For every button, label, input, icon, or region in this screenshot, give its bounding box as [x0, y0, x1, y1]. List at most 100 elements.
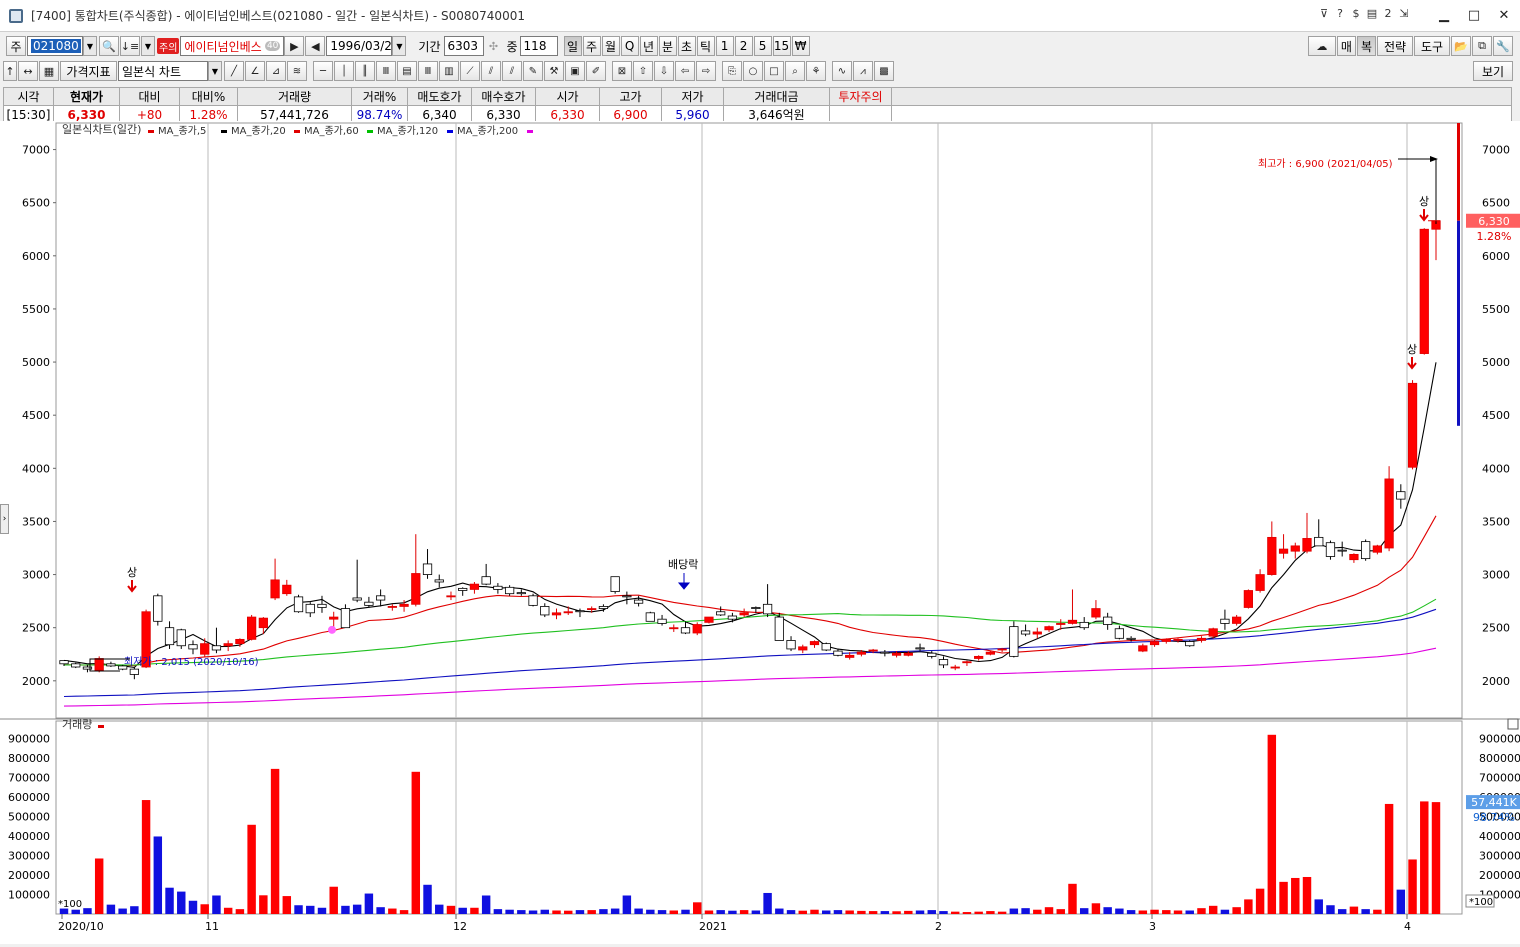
up-arrow-icon[interactable]: ↑	[3, 61, 17, 81]
fib-time-icon[interactable]: Ⅲ	[418, 61, 438, 81]
buy-sell-button[interactable]: 매	[1336, 36, 1356, 56]
date-input[interactable]: 1996/03/28	[326, 36, 400, 56]
expand-panel-icon[interactable]: ›	[0, 504, 9, 534]
filter-icon[interactable]: ⊽	[1318, 7, 1330, 20]
box-icon[interactable]: ⊠	[612, 61, 632, 81]
volume-bar	[1009, 908, 1019, 914]
cloud-icon[interactable]: ☁	[1307, 36, 1336, 56]
vertical-line-icon[interactable]: │	[334, 61, 354, 81]
help-icon[interactable]: ?	[1334, 7, 1346, 20]
price-range-bar-upper	[1457, 123, 1460, 221]
color-icon[interactable]: ▣	[565, 61, 585, 81]
period-button-12[interactable]: ₩	[791, 36, 810, 56]
period-button-10[interactable]: 5	[753, 36, 772, 56]
dollar-icon[interactable]: $	[1350, 7, 1362, 20]
cycle-icon[interactable]: ⩘	[853, 61, 873, 81]
stock-code-input[interactable]: 021080	[27, 36, 83, 56]
indicator-button[interactable]: 가격지표	[60, 61, 117, 81]
pen-icon[interactable]: ✎	[523, 61, 543, 81]
maximize-icon[interactable]: □	[1464, 6, 1484, 24]
restore-button[interactable]: 복	[1356, 36, 1376, 56]
list-icon[interactable]: ▤	[1366, 7, 1378, 20]
period-button-2[interactable]: 월	[601, 36, 620, 56]
circle-icon[interactable]: ○	[743, 61, 763, 81]
close-icon[interactable]: ✕	[1494, 6, 1514, 24]
channel-icon[interactable]: ⫽	[481, 61, 501, 81]
volume-bar	[329, 886, 338, 914]
chart-type-select[interactable]: 일본식 차트	[118, 61, 208, 81]
period-button-3[interactable]: Q	[620, 36, 639, 56]
period-input[interactable]: 6303	[443, 36, 484, 56]
period-button-7[interactable]: 틱	[696, 36, 715, 56]
period-button-8[interactable]: 1	[715, 36, 734, 56]
horizontal-line-icon[interactable]: ─	[313, 61, 333, 81]
period-button-4[interactable]: 년	[639, 36, 658, 56]
fill-icon[interactable]: ▩	[874, 61, 894, 81]
right-icon[interactable]: ⇨	[696, 61, 716, 81]
next-stock-icon[interactable]: ▶	[284, 36, 305, 56]
chart-list-icon[interactable]: ▦	[39, 61, 59, 81]
parallel-icon[interactable]: ⫽	[502, 61, 522, 81]
wrench-icon[interactable]: 🔧	[1493, 36, 1513, 56]
view-button[interactable]: 보기	[1473, 61, 1513, 81]
period-button-1[interactable]: 주	[582, 36, 601, 56]
screen-number-icon[interactable]: 2	[1382, 7, 1394, 20]
candle-body	[1372, 545, 1382, 553]
drawing-toolbar: ↑ ↔ ▦ 가격지표 일본식 차트 ▼ ╱ ∠ ⊿ ≋ ─ │ ║ Ⅲ ▤ Ⅲ ▥ ⟋ ⫽ ⫽ ✎ ⚒ ▣ ✐ ⊠ ⇧…	[0, 60, 1520, 82]
flag-icon[interactable]: ⚘	[806, 61, 826, 81]
trend-line-icon[interactable]: ╱	[224, 61, 244, 81]
period-button-6[interactable]: 초	[677, 36, 696, 56]
period-button-11[interactable]: 15	[772, 36, 791, 56]
grid-icon[interactable]: ▤	[397, 61, 417, 81]
candle-body	[387, 606, 397, 608]
link-icon[interactable]: ✣	[484, 36, 504, 56]
expand-icon[interactable]: ⇲	[1398, 7, 1410, 20]
prev-stock-icon[interactable]: ◀	[305, 36, 326, 56]
zoom-icon[interactable]: ⌕	[785, 61, 805, 81]
tools-button[interactable]: 도구	[1414, 36, 1450, 56]
cross-line-icon[interactable]: ║	[355, 61, 375, 81]
code-dropdown-icon[interactable]: ▼	[83, 36, 97, 56]
copy-line-icon[interactable]: ⎘	[722, 61, 742, 81]
volume-bar	[1232, 907, 1241, 914]
down-icon[interactable]: ⇩	[654, 61, 674, 81]
type-selector[interactable]: 주	[6, 36, 26, 56]
period-button-5[interactable]: 분	[658, 36, 677, 56]
left-icon[interactable]: ⇦	[675, 61, 695, 81]
volume-bar	[657, 910, 667, 914]
gann-fan-icon[interactable]: ⟋	[460, 61, 480, 81]
period-lines-icon[interactable]: Ⅲ	[376, 61, 396, 81]
stock-name-field[interactable]: 에이티넘인베스 40	[180, 36, 285, 56]
angle-line-icon[interactable]: ∠	[245, 61, 265, 81]
fan-icon[interactable]: ⊿	[266, 61, 286, 81]
candle-body	[1278, 548, 1289, 554]
volume-bar	[822, 910, 831, 914]
search-icon[interactable]: 🔍	[99, 36, 119, 56]
folder-icon[interactable]: 📂	[1451, 36, 1471, 56]
strategy-button[interactable]: 전략	[1377, 36, 1413, 56]
date-dropdown-icon[interactable]: ▼	[392, 36, 407, 56]
left-right-icon[interactable]: ↔	[18, 61, 38, 81]
candle-body	[997, 648, 1007, 651]
count-input[interactable]: 118	[519, 36, 558, 56]
rect-icon[interactable]: □	[764, 61, 784, 81]
period-button-9[interactable]: 2	[734, 36, 753, 56]
stock-chart[interactable]: 2020/10 11 12 2021 2 3 4 7000 7000 6500 6500 6000 60…	[0, 121, 1520, 944]
copy-icon[interactable]: ⧉	[1472, 36, 1492, 56]
candle-body	[927, 652, 937, 657]
legend-item: MA_종가,200	[457, 125, 518, 137]
gann-grid-icon[interactable]: ▥	[439, 61, 459, 81]
fibonacci-icon[interactable]: ≋	[287, 61, 307, 81]
period-button-0[interactable]: 일	[563, 36, 582, 56]
chart-type-dropdown-icon[interactable]: ▼	[208, 61, 222, 81]
volume-bar	[188, 900, 198, 914]
up-icon[interactable]: ⇧	[633, 61, 653, 81]
minimize-icon[interactable]: ▁	[1434, 6, 1454, 24]
sort-dropdown-icon[interactable]: ▼	[141, 36, 155, 56]
eraser-icon[interactable]: ⚒	[544, 61, 564, 81]
sort-icon[interactable]: ↓≡	[120, 36, 140, 56]
wave-icon[interactable]: ∿	[832, 61, 852, 81]
edit-icon[interactable]: ✐	[586, 61, 606, 81]
high-note: 최고가 : 6,900 (2021/04/05)	[1258, 158, 1393, 170]
quote-header-0: 시각	[3, 87, 54, 106]
